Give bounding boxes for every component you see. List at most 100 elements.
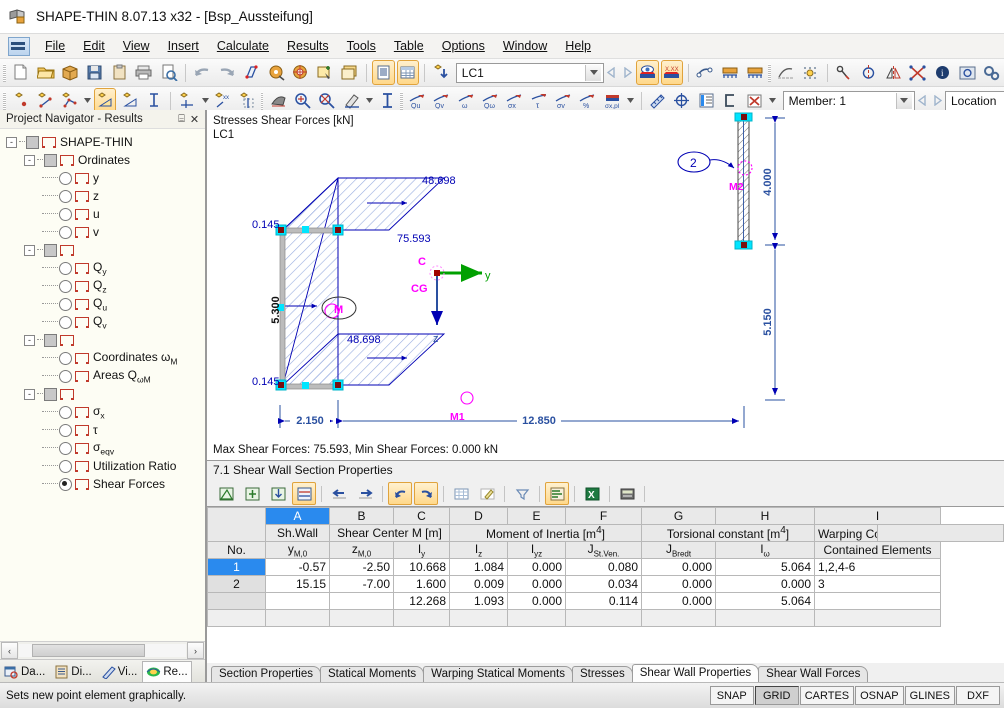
table-tab-section-properties[interactable]: Section Properties xyxy=(211,666,321,683)
table-cell-empty[interactable] xyxy=(508,610,566,627)
table-cell[interactable]: 0.000 xyxy=(642,576,716,593)
scroll-thumb[interactable] xyxy=(32,644,144,657)
excel-export-icon[interactable]: X xyxy=(580,482,604,505)
table-cell[interactable]: 0.080 xyxy=(566,559,642,576)
table-cell[interactable]: 1.093 xyxy=(450,593,508,610)
table-cell[interactable]: -2.50 xyxy=(330,559,394,576)
print-photo-icon[interactable] xyxy=(956,60,979,85)
tree-checkbox[interactable] xyxy=(44,154,57,167)
table-row[interactable]: 12.2681.0930.0000.1140.0005.064 xyxy=(208,593,1004,610)
status-button-glines[interactable]: GLINES xyxy=(905,686,955,705)
circle-axis-icon[interactable] xyxy=(857,60,880,85)
tree-node[interactable]: -Ordinates xyxy=(0,151,205,169)
table-tab-shear-wall-forces[interactable]: Shear Wall Forces xyxy=(758,666,868,683)
edit-toolbar-grip-2[interactable] xyxy=(261,92,264,110)
member-chevron-down-icon[interactable] xyxy=(896,93,912,109)
pin-icon[interactable]: ⌸ xyxy=(175,113,188,126)
table-cell[interactable]: 0.114 xyxy=(566,593,642,610)
table-cell[interactable]: 5.064 xyxy=(716,593,815,610)
tree-radio[interactable] xyxy=(59,262,72,275)
open-folder-icon[interactable] xyxy=(34,60,57,85)
settings-gears-icon[interactable] xyxy=(980,60,1003,85)
tree-expander-icon[interactable]: - xyxy=(24,335,35,346)
calculator-icon[interactable] xyxy=(615,482,639,505)
table-cell[interactable]: 0.000 xyxy=(642,593,716,610)
menu-window[interactable]: Window xyxy=(494,36,556,56)
intersect-icon[interactable] xyxy=(906,60,929,85)
table-cell[interactable]: 1,2,4-6 xyxy=(815,559,941,576)
tree-node[interactable]: Shear Forces xyxy=(0,475,205,493)
grid-table-icon[interactable] xyxy=(449,482,473,505)
table-cell[interactable]: 0.009 xyxy=(450,576,508,593)
table-cell[interactable]: 15.15 xyxy=(266,576,330,593)
chart-view-icon[interactable] xyxy=(292,482,316,505)
table-tab-warping-statical-moments[interactable]: Warping Statical Moments xyxy=(423,666,573,683)
tree-checkbox[interactable] xyxy=(26,136,39,149)
tree-node[interactable]: σx xyxy=(0,403,205,421)
edit-toolbar-grip[interactable] xyxy=(3,92,6,110)
tree-radio[interactable] xyxy=(59,424,72,437)
select-add-icon[interactable] xyxy=(314,60,337,85)
tree-radio[interactable] xyxy=(59,190,72,203)
table-cell[interactable]: 0.000 xyxy=(716,576,815,593)
tree-node[interactable]: Coordinates ωM xyxy=(0,349,205,367)
tree-node[interactable]: - xyxy=(0,331,205,349)
next-member-button[interactable] xyxy=(930,91,945,111)
clipboard-icon[interactable] xyxy=(108,60,131,85)
table-cell-empty[interactable] xyxy=(815,610,941,627)
table-cell[interactable]: 0.034 xyxy=(566,576,642,593)
redo-table-icon[interactable] xyxy=(414,482,438,505)
edit-table-icon[interactable] xyxy=(475,482,499,505)
node-snap-icon[interactable] xyxy=(833,60,856,85)
graphics-view[interactable]: Stresses Shear Forces [kN] LC1 xyxy=(206,110,1004,461)
tree-node[interactable]: Qv xyxy=(0,313,205,331)
column-header-A[interactable]: A xyxy=(266,508,330,525)
undo-table-icon[interactable] xyxy=(388,482,412,505)
rotate-back-icon[interactable] xyxy=(265,60,288,85)
prev-member-button[interactable] xyxy=(915,91,930,111)
status-button-dxf[interactable]: DXF xyxy=(956,686,1000,705)
table-cell-empty[interactable] xyxy=(642,610,716,627)
new-file-icon[interactable] xyxy=(10,60,33,85)
row-header[interactable]: 1 xyxy=(208,559,266,576)
menu-insert[interactable]: Insert xyxy=(159,36,208,56)
support-right-icon[interactable] xyxy=(743,60,766,85)
values-xxx-icon[interactable]: X.XX xyxy=(661,60,684,85)
table-cell-empty[interactable] xyxy=(716,610,815,627)
tree-node[interactable]: σeqv xyxy=(0,439,205,457)
tree-checkbox[interactable] xyxy=(44,388,57,401)
navigator-tab-display[interactable]: Di... xyxy=(50,661,95,683)
table-cell-empty[interactable] xyxy=(566,610,642,627)
tree-node[interactable]: Qz xyxy=(0,277,205,295)
table-cell[interactable]: 0.000 xyxy=(642,559,716,576)
tree-radio[interactable] xyxy=(59,298,72,311)
load-case-combo[interactable]: LC1 xyxy=(456,63,604,83)
save-icon[interactable] xyxy=(83,60,106,85)
menu-calculate[interactable]: Calculate xyxy=(208,36,278,56)
table-cell[interactable] xyxy=(330,593,394,610)
close-icon[interactable]: ✕ xyxy=(188,113,201,126)
table-cell[interactable]: 0.000 xyxy=(508,576,566,593)
load-case-icon[interactable] xyxy=(430,60,453,85)
status-button-grid[interactable]: GRID xyxy=(755,686,799,705)
table-cell[interactable]: 10.668 xyxy=(394,559,450,576)
insert-row-icon[interactable] xyxy=(240,482,264,505)
filter-icon[interactable] xyxy=(510,482,534,505)
column-header-I[interactable]: I xyxy=(815,508,941,525)
tree-node[interactable]: - xyxy=(0,241,205,259)
tree-node[interactable]: v xyxy=(0,223,205,241)
new-window-icon[interactable] xyxy=(339,60,362,85)
navigator-tab-results[interactable]: Re... xyxy=(142,661,191,683)
prev-load-case-button[interactable] xyxy=(604,63,619,83)
navigator-hscrollbar[interactable]: ‹ › xyxy=(0,641,205,659)
next-load-case-button[interactable] xyxy=(619,63,634,83)
tree-radio[interactable] xyxy=(59,442,72,455)
table-cell[interactable]: -7.00 xyxy=(330,576,394,593)
import-icon[interactable] xyxy=(266,482,290,505)
prev-col-icon[interactable] xyxy=(327,482,351,505)
support-left-icon[interactable] xyxy=(719,60,742,85)
table-cell[interactable]: 5.064 xyxy=(716,559,815,576)
tree-node[interactable]: Utilization Ratio xyxy=(0,457,205,475)
table-cell[interactable]: 1.084 xyxy=(450,559,508,576)
tree-expander-icon[interactable]: - xyxy=(6,137,17,148)
